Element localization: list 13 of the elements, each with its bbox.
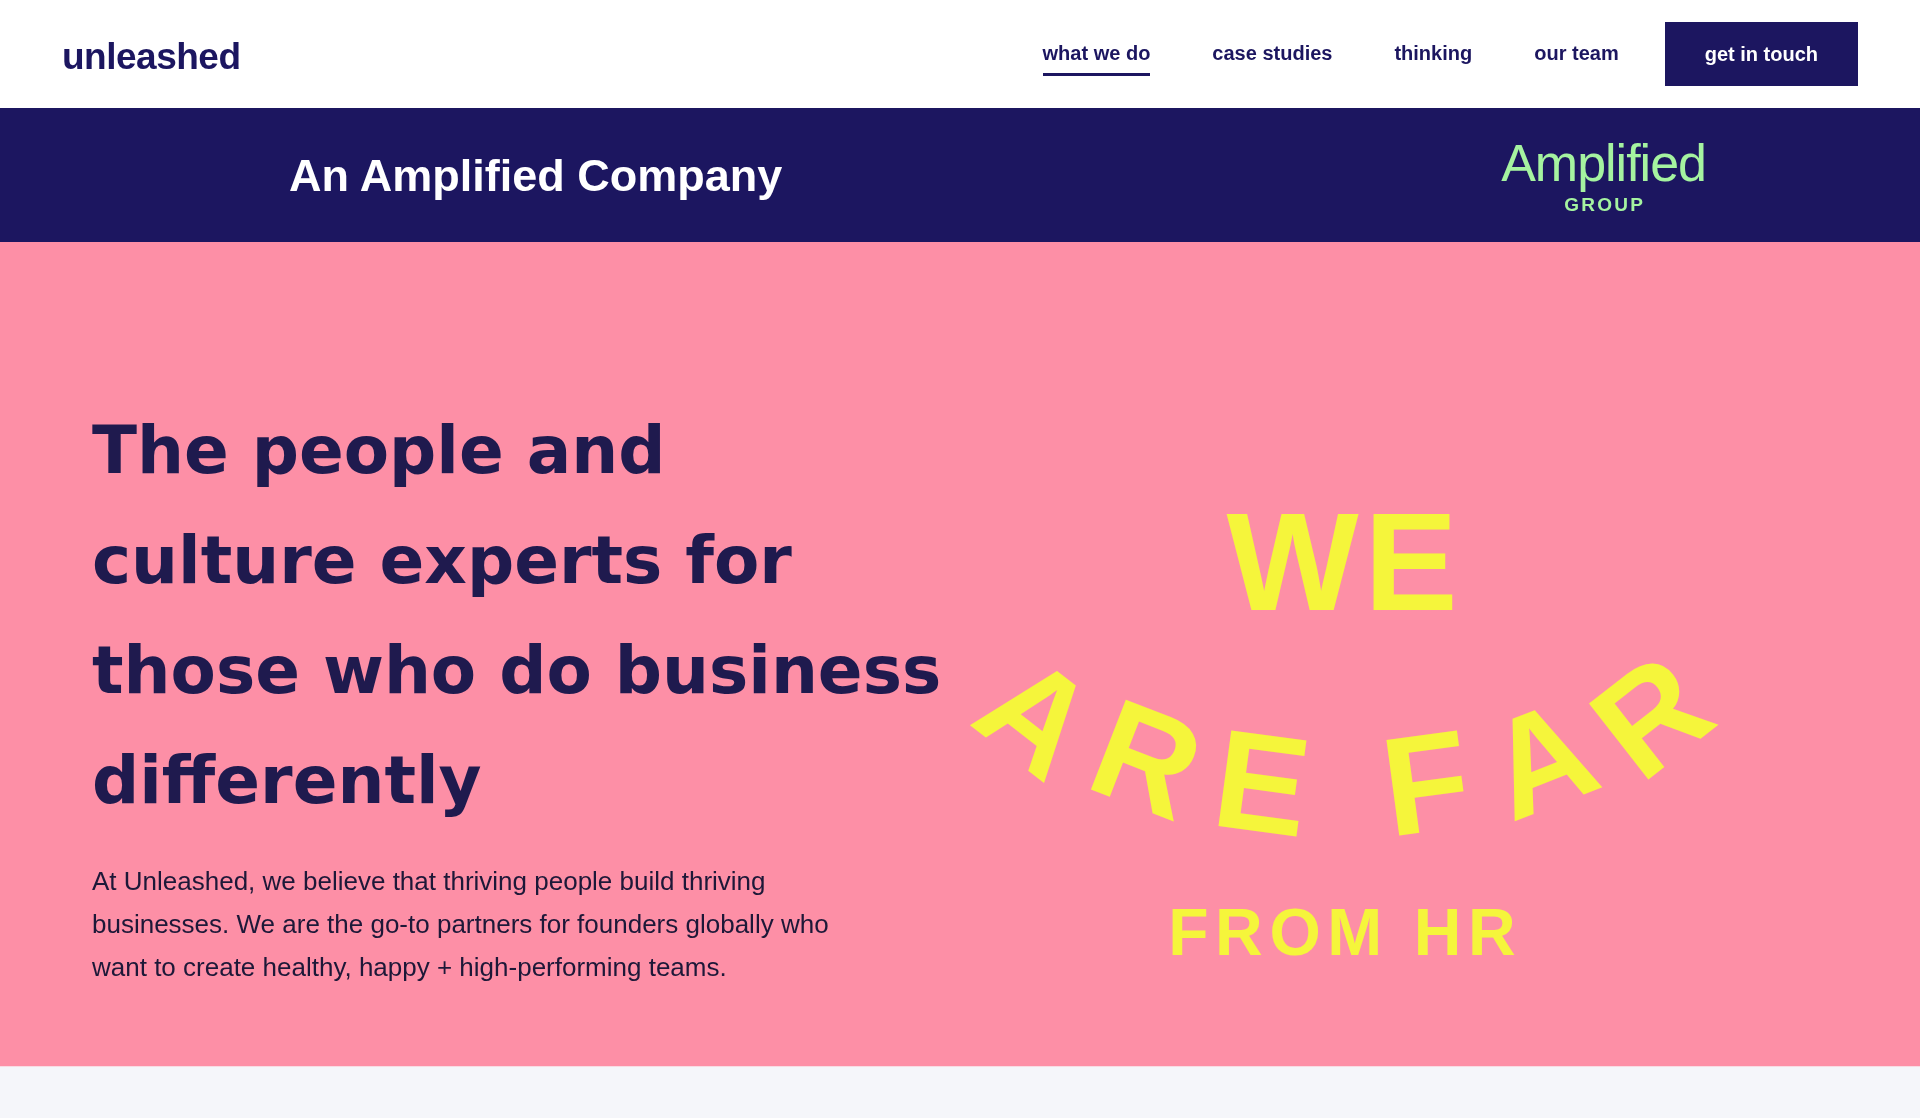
contact-button[interactable]: get in touch [1664, 22, 1858, 86]
nav-link[interactable]: case studies [1212, 32, 1333, 76]
nav-link[interactable]: thinking [1394, 32, 1473, 76]
nav-link[interactable]: our team [1534, 32, 1619, 76]
slogan-bottom-text: FROM HR [1167, 899, 1523, 965]
slogan-arc-text: ARE FAR [955, 622, 1729, 847]
hero-intro: At Unleashed, we believe that thriving people build thriving businesses. We are the go-to partners for founders globally who want to create healthy, happy + high-performing teams. [92, 865, 830, 984]
slogan-top-text: WE [1225, 506, 1464, 618]
banner-title: An Amplified Company [289, 152, 783, 198]
brand-logo[interactable]: unleashed [62, 33, 241, 75]
partner-logo-tagline: GROUP [1563, 194, 1646, 214]
hero-headline: The people and culture experts for those who do business differently [92, 411, 943, 821]
nav-link[interactable]: what we do [1042, 32, 1151, 76]
